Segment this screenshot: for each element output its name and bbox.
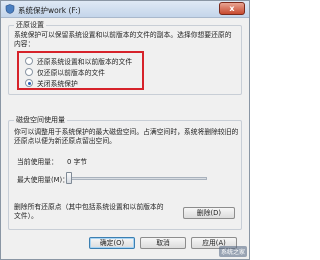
radio-turn-off[interactable] bbox=[25, 79, 33, 87]
option-turn-off[interactable]: 关闭系统保护 bbox=[25, 78, 78, 88]
option-turn-off-label: 关闭系统保护 bbox=[37, 80, 78, 88]
shield-icon bbox=[5, 4, 15, 14]
current-usage-value: 0 字节 bbox=[67, 158, 88, 166]
disk-usage-description: 你可以调整用于系统保护的最大磁盘空间。占满空间时，系统将删除较旧的还原点以便为新… bbox=[14, 128, 239, 145]
max-usage-label: 最大使用量(M)： bbox=[17, 176, 69, 184]
cancel-button[interactable]: 取消 bbox=[140, 237, 186, 249]
radio-restore-all[interactable] bbox=[25, 57, 33, 65]
system-protection-dialog: 系统保护work (F:) x 还原设置 系统保护可以保留系统设置和以前版本的文… bbox=[0, 0, 250, 260]
max-usage-slider-track[interactable] bbox=[67, 177, 207, 180]
max-usage-slider-thumb[interactable] bbox=[66, 172, 72, 184]
restore-options-highlight: 还原系统设置和以前版本的文件 仅还原以前版本的文件 关闭系统保护 bbox=[17, 51, 144, 90]
title-bar[interactable]: 系统保护work (F:) x bbox=[1, 1, 249, 18]
delete-description: 删除所有还原点（其中包括系统设置和以前版本的文件）。 bbox=[14, 203, 164, 220]
option-restore-files[interactable]: 仅还原以前版本的文件 bbox=[25, 67, 105, 77]
ok-button[interactable]: 确定(O) bbox=[89, 237, 135, 249]
option-restore-all[interactable]: 还原系统设置和以前版本的文件 bbox=[25, 56, 132, 66]
close-button[interactable]: x bbox=[219, 2, 245, 15]
option-restore-all-label: 还原系统设置和以前版本的文件 bbox=[37, 58, 133, 66]
current-usage-label: 当前使用量： bbox=[17, 158, 58, 166]
window-title: 系统保护work (F:) bbox=[18, 6, 81, 15]
watermark: 系统之家 bbox=[218, 246, 247, 257]
restore-settings-label: 还原设置 bbox=[14, 20, 46, 30]
radio-restore-files[interactable] bbox=[25, 68, 33, 76]
restore-settings-description: 系统保护可以保留系统设置和以前版本的文件的副本。选择你想要还原的内容： bbox=[14, 31, 232, 48]
option-restore-files-label: 仅还原以前版本的文件 bbox=[37, 69, 105, 77]
delete-button[interactable]: 删除(D) bbox=[183, 207, 235, 219]
disk-usage-label: 磁盘空间使用量 bbox=[14, 115, 67, 125]
